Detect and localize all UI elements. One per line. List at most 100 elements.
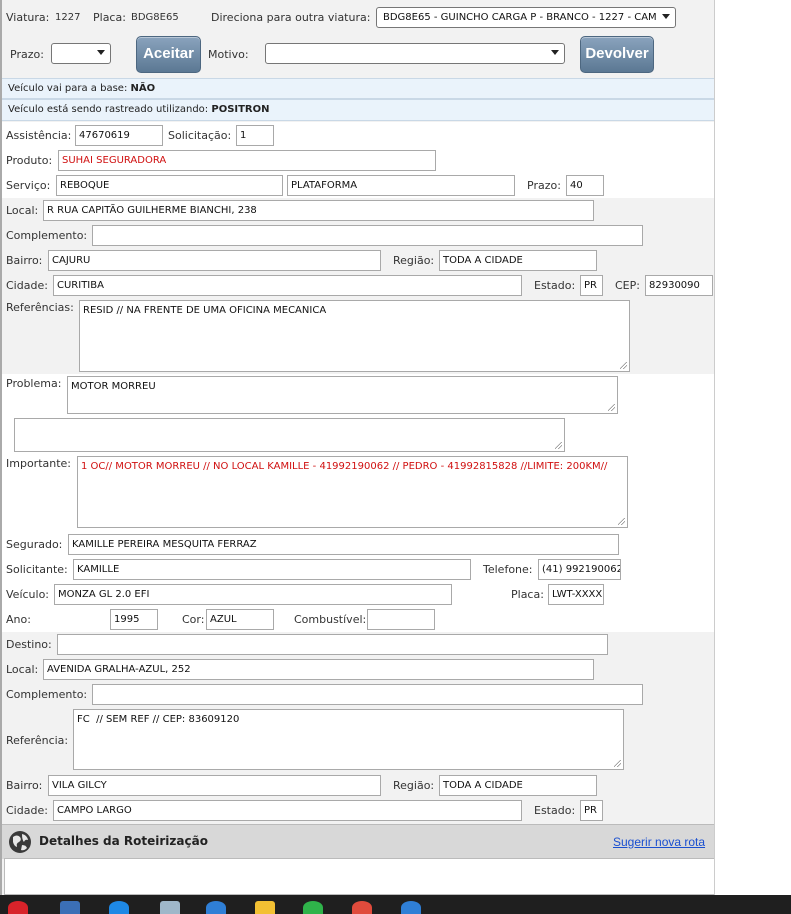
estado-label: Estado: — [534, 279, 576, 292]
destino-bairro-label: Bairro: — [6, 779, 43, 792]
direciona-select[interactable]: BDG8E65 - GUINCHO CARGA P - BRANCO - 122… — [376, 7, 676, 28]
ano-input[interactable]: 1995 — [110, 609, 158, 630]
prazo-select[interactable] — [51, 43, 111, 64]
estado-input[interactable]: PR — [580, 275, 603, 296]
app2-icon[interactable] — [401, 901, 421, 914]
destino-local-label: Local: — [6, 663, 39, 676]
veiculo-placa-input[interactable]: LWT-XXXX — [548, 584, 604, 605]
chevron-down-icon — [551, 50, 559, 55]
roteirizacao-header: Detalhes da Roteirização Sugerir nova ro… — [2, 824, 714, 859]
cidade-label: Cidade: — [6, 279, 48, 292]
produto-label: Produto: — [6, 154, 53, 167]
viatura-label: Viatura: — [6, 11, 50, 24]
destino-referencia-textarea[interactable]: FC // SEM REF // CEP: 83609120 — [73, 709, 624, 770]
cidade-input[interactable]: CURITIBA — [53, 275, 522, 296]
devolver-button[interactable]: Devolver — [580, 36, 654, 73]
chevron-down-icon — [662, 14, 670, 19]
roteirizacao-title: Detalhes da Roteirização — [39, 834, 208, 848]
whatsapp-icon[interactable] — [303, 901, 323, 914]
importante-label: Importante: — [6, 457, 72, 470]
aceitar-button[interactable]: Aceitar — [136, 36, 201, 73]
browser-icon[interactable] — [109, 901, 129, 914]
rastreio-info-label: Veículo está sendo rastreado utilizando: — [8, 104, 209, 115]
bairro-input[interactable]: CAJURU — [48, 250, 381, 271]
placa-value: BDG8E65 — [131, 12, 179, 23]
veiculo-placa-label: Placa: — [511, 588, 544, 601]
local-label: Local: — [6, 204, 39, 217]
local-input[interactable]: R RUA CAPITÃO GUILHERME BIANCHI, 238 — [43, 200, 594, 221]
segurado-input[interactable]: KAMILLE PEREIRA MESQUITA FERRAZ — [68, 534, 619, 555]
veiculo-label: Veículo: — [6, 588, 50, 601]
destino-complemento-input[interactable] — [92, 684, 643, 705]
placa-label: Placa: — [93, 11, 126, 24]
folder-icon[interactable] — [255, 901, 275, 914]
base-info: Veículo vai para a base: NÃO — [2, 78, 714, 99]
destino-referencia-label: Referência: — [6, 734, 69, 747]
cep-label: CEP: — [615, 279, 640, 292]
prazo-label: Prazo: — [10, 48, 44, 61]
calculator-icon[interactable] — [60, 901, 80, 914]
problema-textarea[interactable]: MOTOR MORREU — [67, 376, 618, 414]
chevron-down-icon — [97, 50, 105, 55]
assistencia-label: Assistência: — [6, 129, 72, 142]
referencias-textarea[interactable]: RESID // NA FRENTE DE UMA OFICINA MECANI… — [79, 300, 630, 372]
ano-label: Ano: — [6, 613, 31, 626]
combustivel-label: Combustível: — [294, 613, 367, 626]
problema-extra-textarea[interactable] — [14, 418, 565, 452]
combustivel-input[interactable] — [367, 609, 435, 630]
base-info-value: NÃO — [130, 83, 156, 94]
importante-textarea[interactable]: 1 OC// MOTOR MORREU // NO LOCAL KAMILLE … — [77, 456, 628, 528]
direciona-label: Direciona para outra viatura: — [211, 11, 371, 24]
destino-bairro-input[interactable]: VILA GILCY — [48, 775, 381, 796]
cor-input[interactable]: AZUL — [206, 609, 274, 630]
regiao-input[interactable]: TODA A CIDADE — [439, 250, 597, 271]
destino-cidade-input[interactable]: CAMPO LARGO — [53, 800, 522, 821]
telefone-label: Telefone: — [483, 563, 533, 576]
destino-estado-input[interactable]: PR — [580, 800, 603, 821]
destino-input[interactable] — [57, 634, 608, 655]
motivo-select[interactable] — [265, 43, 565, 64]
solicitacao-input[interactable]: 1 — [236, 125, 274, 146]
servico-prazo-input[interactable]: 40 — [566, 175, 604, 196]
solicitacao-label: Solicitação: — [168, 129, 232, 142]
rastreio-info: Veículo está sendo rastreado utilizando:… — [2, 99, 714, 121]
destino-label: Destino: — [6, 638, 52, 651]
app-icon[interactable] — [206, 901, 226, 914]
servico-prazo-label: Prazo: — [527, 179, 561, 192]
cep-input[interactable]: 82930090 — [645, 275, 713, 296]
rastreio-info-value: POSITRON — [211, 104, 270, 115]
referencias-label: Referências: — [6, 301, 74, 314]
destino-regiao-input[interactable]: TODA A CIDADE — [439, 775, 597, 796]
produto-input[interactable]: SUHAI SEGURADORA — [58, 150, 436, 171]
direciona-select-value: BDG8E65 - GUINCHO CARGA P - BRANCO - 122… — [383, 12, 657, 23]
destino-estado-label: Estado: — [534, 804, 576, 817]
segurado-label: Segurado: — [6, 538, 63, 551]
assistencia-input[interactable]: 47670619 — [75, 125, 163, 146]
notes-icon[interactable] — [160, 901, 180, 914]
opera-icon[interactable] — [8, 901, 28, 914]
taskbar — [0, 895, 791, 914]
regiao-label: Região: — [393, 254, 435, 267]
veiculo-input[interactable]: MONZA GL 2.0 EFI — [54, 584, 452, 605]
globe-icon — [7, 829, 33, 855]
destino-local-input[interactable]: AVENIDA GRALHA-AZUL, 252 — [43, 659, 594, 680]
problema-label: Problema: — [6, 377, 62, 390]
servico-label: Serviço: — [6, 179, 51, 192]
motivo-label: Motivo: — [208, 48, 249, 61]
telefone-input[interactable]: (41) 992190062 — [538, 559, 621, 580]
route-details-area — [4, 858, 714, 895]
complemento-input[interactable] — [92, 225, 643, 246]
base-info-label: Veículo vai para a base: — [8, 83, 128, 94]
chrome-icon[interactable] — [352, 901, 372, 914]
solicitante-input[interactable]: KAMILLE — [73, 559, 471, 580]
sugerir-rota-link[interactable]: Sugerir nova rota — [613, 835, 705, 849]
cor-label: Cor: — [182, 613, 205, 626]
destino-cidade-label: Cidade: — [6, 804, 48, 817]
dispatch-panel: Viatura: 1227 Placa: BDG8E65 Direciona p… — [0, 0, 715, 895]
servico-tipo-input[interactable]: PLATAFORMA — [287, 175, 515, 196]
servico-input[interactable]: REBOQUE — [56, 175, 283, 196]
destino-complemento-label: Complemento: — [6, 688, 88, 701]
destino-regiao-label: Região: — [393, 779, 435, 792]
bairro-label: Bairro: — [6, 254, 43, 267]
solicitante-label: Solicitante: — [6, 563, 68, 576]
